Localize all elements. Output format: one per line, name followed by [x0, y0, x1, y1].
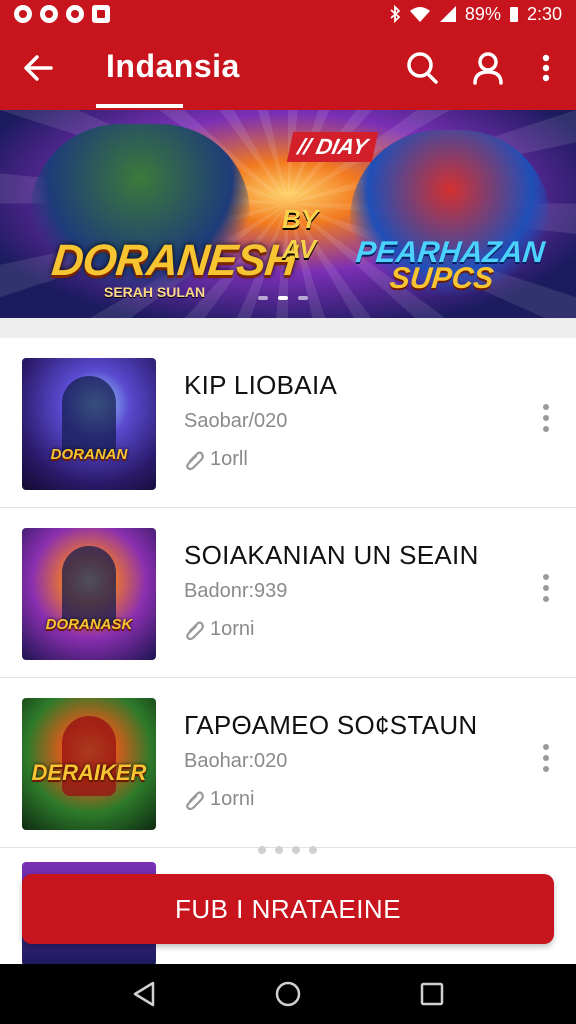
page-title: Indansia: [106, 48, 240, 84]
banner-by-line: AV: [282, 234, 317, 264]
list-item[interactable]: DORANAN KIP LIOBAIA Saobar/020 1orll: [0, 338, 576, 508]
list-item[interactable]: DORANASK SOIAKANIAN UN SEAIN Badonr:939 …: [0, 508, 576, 678]
item-thumbnail: DORANASK: [22, 528, 156, 660]
battery-icon: [509, 7, 518, 22]
list-page-indicator: [258, 846, 317, 854]
item-meta: 1orll: [184, 448, 248, 471]
nav-back-button[interactable]: [124, 974, 164, 1014]
page-dot: [258, 296, 268, 300]
item-thumbnail: DERAIKER: [22, 698, 156, 830]
thumbnail-figure: [62, 546, 116, 626]
banner-page-indicator: [258, 296, 308, 300]
thumbnail-figure: [62, 376, 116, 456]
page-dot: [309, 846, 317, 854]
attachment-icon: [186, 620, 204, 640]
page-dot: [275, 846, 283, 854]
banner-subtitle-left: SERAH SULAN: [104, 284, 206, 300]
more-vertical-icon: [542, 54, 550, 82]
square-recents-icon: [420, 982, 444, 1006]
item-subtitle: Saobar/020: [184, 410, 288, 432]
thumbnail-logo: DORANAN: [50, 446, 128, 463]
item-meta-text: 1orni: [210, 618, 255, 640]
banner-by-text: BY AV: [282, 204, 318, 264]
banner-badge: // DIAY: [286, 132, 379, 162]
nav-recents-button[interactable]: [412, 974, 452, 1014]
title-tab-indicator: [96, 104, 183, 108]
dot: [543, 404, 549, 410]
item-more-button[interactable]: [530, 736, 562, 780]
banner-title-right-2: SUPCS: [388, 262, 496, 295]
item-meta-text: 1orll: [210, 448, 248, 470]
back-arrow-icon: [24, 55, 53, 81]
item-thumbnail: DORANAN: [22, 358, 156, 490]
dot: [543, 574, 549, 580]
dot: [543, 585, 549, 591]
signal-icon: [439, 6, 456, 22]
notification-icon: [40, 5, 58, 23]
item-meta: 1orni: [184, 618, 254, 641]
clock: 2:30: [526, 3, 562, 24]
banner-title-left: DORANESH: [49, 236, 299, 285]
section-separator: [0, 318, 576, 338]
primary-action-button[interactable]: FUB I NRATAEINE: [22, 874, 554, 944]
thumbnail-logo: DERAIKER: [31, 760, 147, 785]
notification-icons: [14, 5, 110, 23]
featured-banner[interactable]: // DIAY DORANESH SERAH SULAN BY AV PEARH…: [0, 110, 576, 318]
item-more-button[interactable]: [530, 396, 562, 440]
dot: [543, 415, 549, 421]
attachment-icon: [186, 790, 204, 810]
profile-button[interactable]: [466, 46, 510, 90]
wifi-icon: [409, 7, 430, 22]
circle-home-icon: [275, 981, 301, 1007]
item-title: SOIAKANIAN UN SEAIN: [184, 540, 479, 570]
attachment-icon: [186, 450, 204, 470]
overflow-menu-button[interactable]: [524, 46, 568, 90]
banner-by-line: BY: [282, 204, 319, 234]
notification-icon: [66, 5, 84, 23]
status-bar: 89% 2:30: [0, 0, 576, 28]
page-dot: [258, 846, 266, 854]
notification-icon: [14, 5, 32, 23]
dot: [543, 766, 549, 772]
bluetooth-icon: [390, 5, 401, 23]
nav-home-button[interactable]: [268, 974, 308, 1014]
search-icon: [407, 52, 438, 84]
item-subtitle: Badonr:939: [184, 580, 288, 602]
item-meta-text: 1orni: [210, 788, 255, 810]
user-icon: [473, 52, 503, 85]
back-button[interactable]: [18, 48, 58, 88]
app-bar: Indansia: [0, 28, 576, 110]
dot: [543, 744, 549, 750]
item-title: KIP LIOBAIA: [184, 370, 338, 400]
item-subtitle: Baohar:020: [184, 750, 288, 772]
list-item[interactable]: DERAIKER ΓΑΡΘΑΜΕΟ SO¢STAUN Baohar:020 1o…: [0, 678, 576, 848]
page-dot-active: [278, 296, 288, 300]
dot: [543, 426, 549, 432]
item-meta: 1orni: [184, 788, 254, 811]
thumbnail-logo: DORANASK: [45, 616, 133, 633]
system-navigation-bar: [0, 964, 576, 1024]
item-more-button[interactable]: [530, 566, 562, 610]
page-dot: [292, 846, 300, 854]
item-title: ΓΑΡΘΑΜΕΟ SO¢STAUN: [184, 710, 478, 740]
dot: [543, 755, 549, 761]
triangle-back-icon: [133, 981, 155, 1007]
notification-icon: [92, 5, 110, 23]
search-button[interactable]: [400, 46, 444, 90]
dot: [543, 596, 549, 602]
battery-percent: 89%: [464, 3, 501, 24]
page-dot: [298, 296, 308, 300]
